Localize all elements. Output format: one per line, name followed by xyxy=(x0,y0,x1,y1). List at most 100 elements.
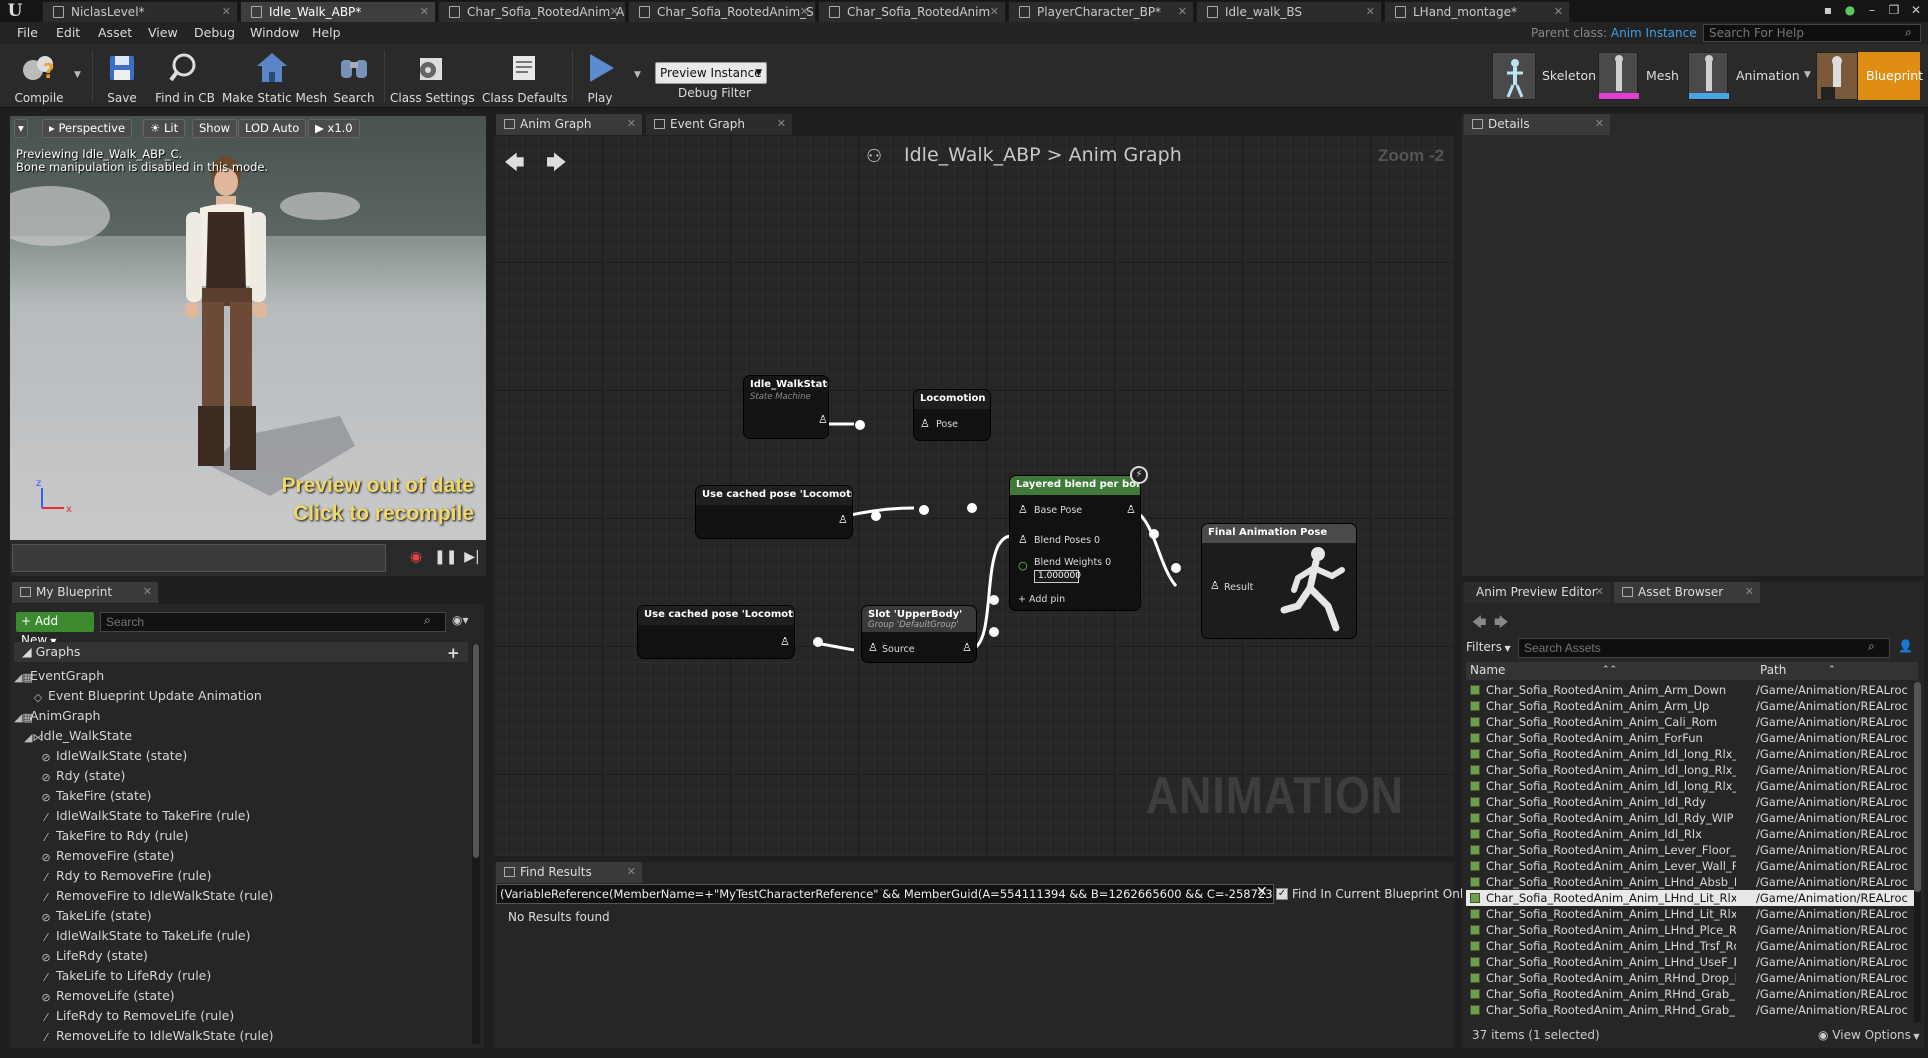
step-forward-icon[interactable]: ▶| xyxy=(462,549,482,569)
tree-rule[interactable]: ⁄ Rdy to RemoveFire (rule) xyxy=(40,868,211,884)
asset-row[interactable]: Char_Sofia_RootedAnim_Anim_LHnd_Lit_Rlx_… xyxy=(1466,906,1914,922)
asset-row[interactable]: Char_Sofia_RootedAnim_Anim_Idl_Rlx/Game/… xyxy=(1466,826,1914,842)
forward-arrow-icon[interactable]: 🡆 xyxy=(1494,612,1508,636)
menu-file[interactable]: File xyxy=(17,25,38,40)
menu-edit[interactable]: Edit xyxy=(56,25,80,40)
pose-output-pin-icon[interactable]: ♙ xyxy=(780,636,790,648)
tab-char-sofia-s[interactable]: Char_Sofia_RootedAnim_S ✕ xyxy=(628,1,816,22)
make-static-mesh-button[interactable]: Make Static Mesh xyxy=(222,44,327,108)
find-results-search-input[interactable]: (VariableReference(MemberName=+"MyTestCh… xyxy=(496,884,1274,904)
tree-rule[interactable]: ⁄ RemoveLife to IdleWalkState (rule) xyxy=(40,1028,273,1044)
tree-state[interactable]: ⊘ RemoveFire (state) xyxy=(40,848,174,864)
menu-view[interactable]: View xyxy=(148,25,178,40)
close-icon[interactable]: ✕ xyxy=(990,2,999,22)
asset-row[interactable]: Char_Sofia_RootedAnim_Anim_Idl_Rdy_WIP/G… xyxy=(1466,810,1914,826)
asset-row[interactable]: Char_Sofia_RootedAnim_Anim_RHnd_Drop_Rdy… xyxy=(1466,970,1914,986)
tree-rule[interactable]: ⁄ LifeRdy to RemoveLife (rule) xyxy=(40,1008,234,1024)
tree-idle-walkstate[interactable]: ◢⋈Idle_WalkState xyxy=(24,728,132,744)
find-in-current-blueprint-checkbox[interactable]: ✓ xyxy=(1276,888,1288,900)
search-icon[interactable]: ⌕ xyxy=(424,613,431,628)
asset-row[interactable]: Char_Sofia_RootedAnim_Anim_RHnd_Grab_Rlx… xyxy=(1466,1002,1914,1018)
find-in-cb-button[interactable]: Find in CB xyxy=(150,44,220,108)
search-button[interactable]: Search xyxy=(330,44,378,108)
tree-state[interactable]: ⊘ IdleWalkState (state) xyxy=(40,748,187,764)
node-state-machine[interactable]: Idle_WalkState State Machine ♙ xyxy=(744,376,828,438)
asset-row[interactable]: Char_Sofia_RootedAnim_Anim_Idl_long_Rlx_… xyxy=(1466,762,1914,778)
tree-state[interactable]: ⊘ TakeLife (state) xyxy=(40,908,151,924)
click-to-recompile-link[interactable]: Click to recompile xyxy=(293,502,474,526)
tree-state[interactable]: ⊘ LifeRdy (state) xyxy=(40,948,148,964)
close-icon[interactable]: ✕ xyxy=(1745,582,1754,602)
anim-graph-canvas[interactable]: 🡄 🡆 ⚇ Idle_Walk_ABP > Anim Graph Zoom -2… xyxy=(494,136,1454,856)
tab-idle-walk-bs[interactable]: Idle_walk_BS ✕ xyxy=(1196,1,1382,22)
timeline-scrubber[interactable] xyxy=(12,544,386,572)
asset-row[interactable]: Char_Sofia_RootedAnim_Anim_Arm_Up/Game/A… xyxy=(1466,698,1914,714)
asset-row[interactable]: Char_Sofia_RootedAnim_Anim_Lever_Wall_Rl… xyxy=(1466,858,1914,874)
skeleton-mode-button[interactable]: Skeleton xyxy=(1492,52,1596,100)
clear-search-icon[interactable]: ✕ xyxy=(1256,884,1268,900)
perspective-button[interactable]: ▸ Perspective xyxy=(42,119,133,138)
pose-output-pin-icon[interactable]: ♙ xyxy=(962,642,972,654)
close-icon[interactable]: ✕ xyxy=(800,2,809,22)
tree-state[interactable]: ⊘ TakeFire (state) xyxy=(40,788,151,804)
compile-button[interactable]: ? Compile xyxy=(10,44,68,108)
tab-idle-walk-abp[interactable]: Idle_Walk_ABP* ✕ xyxy=(240,1,436,22)
asset-row[interactable]: Char_Sofia_RootedAnim_Anim_LHnd_Absb_Rlx… xyxy=(1466,874,1914,890)
tab-event-graph[interactable]: Event Graph ✕ xyxy=(646,114,792,135)
tree-rule[interactable]: ⁄ IdleWalkState to TakeFire (rule) xyxy=(40,808,250,824)
class-settings-button[interactable]: Class Settings xyxy=(390,44,475,108)
restore-icon[interactable]: ❐ xyxy=(1884,2,1904,18)
scrollbar-thumb[interactable] xyxy=(473,644,479,858)
mesh-mode-button[interactable]: Mesh xyxy=(1598,52,1686,100)
blend-weight-value-input[interactable]: 1.000000 xyxy=(1034,570,1081,583)
tab-playercharacter-bp[interactable]: PlayerCharacter_BP* ✕ xyxy=(1008,1,1194,22)
close-icon[interactable]: ✕ xyxy=(627,114,636,134)
asset-row[interactable]: Char_Sofia_RootedAnim_Anim_Idl_long_Rlx_… xyxy=(1466,778,1914,794)
asset-row[interactable]: Char_Sofia_RootedAnim_Anim_Lever_Floor_R… xyxy=(1466,842,1914,858)
pose-output-pin-icon[interactable]: ♙ xyxy=(1126,504,1136,516)
search-icon[interactable]: ⌕ xyxy=(1905,25,1919,39)
pause-icon[interactable]: ❚❚ xyxy=(434,549,457,569)
pose-input-pin-icon[interactable]: ♙ xyxy=(1210,580,1220,592)
tab-char-sofia-a[interactable]: Char_Sofia_RootedAnim_A ✕ xyxy=(438,1,626,22)
save-button[interactable]: Save xyxy=(98,44,146,108)
preview-instance-dropdown[interactable]: Preview Instance ▼ xyxy=(655,62,767,84)
close-icon[interactable]: ✕ xyxy=(610,2,619,22)
column-name-header[interactable]: Name xyxy=(1470,662,1505,679)
tab-anim-graph[interactable]: Anim Graph ✕ xyxy=(496,114,642,135)
search-icon[interactable]: ⌕ xyxy=(1868,639,1875,654)
node-cached-pose[interactable]: Use cached pose 'Locomotion' ♙ xyxy=(638,606,794,658)
tab-anim-preview-editor[interactable]: Anim Preview Editor ✕ xyxy=(1464,582,1610,603)
tab-details[interactable]: Details ✕ xyxy=(1464,114,1610,135)
play-options-chevron-icon[interactable]: ▼ xyxy=(634,70,641,80)
tree-rule[interactable]: ⁄ TakeLife to LifeRdy (rule) xyxy=(40,968,211,984)
asset-row[interactable]: Char_Sofia_RootedAnim_Anim_Idl_Rdy/Game/… xyxy=(1466,794,1914,810)
node-layered-blend-per-bone[interactable]: Layered blend per bone ♙ Base Pose ♙ ♙ B… xyxy=(1010,476,1140,610)
pose-output-pin-icon[interactable]: ♙ xyxy=(818,414,828,426)
close-icon[interactable]: ✕ xyxy=(1595,582,1604,602)
user-filter-icon[interactable]: 👤 xyxy=(1898,639,1913,653)
view-options-eye-icon[interactable]: ◉▾ xyxy=(452,613,469,627)
minimize-icon[interactable]: – xyxy=(1862,2,1882,18)
node-locomotion[interactable]: Locomotion ♙ Pose xyxy=(914,390,990,440)
play-button[interactable]: Play xyxy=(578,44,622,108)
node-cached-pose[interactable]: Use cached pose 'Locomotion' ♙ xyxy=(696,486,852,538)
close-icon[interactable]: ✕ xyxy=(627,862,636,882)
close-icon[interactable]: ✕ xyxy=(1178,2,1187,22)
back-arrow-icon[interactable]: 🡄 xyxy=(1472,612,1486,636)
lod-button[interactable]: LOD Auto xyxy=(238,119,307,138)
class-defaults-button[interactable]: Class Defaults xyxy=(482,44,567,108)
my-blueprint-scrollbar[interactable] xyxy=(472,644,480,1044)
graphs-section-header[interactable]: ◢ Graphs xyxy=(14,642,468,662)
pose-input-pin-icon[interactable]: ♙ xyxy=(1018,504,1028,516)
filters-dropdown[interactable]: Filters ▼ xyxy=(1466,640,1511,654)
my-blueprint-search-input[interactable] xyxy=(100,612,446,632)
show-button[interactable]: Show xyxy=(192,119,238,138)
asset-row[interactable]: Char_Sofia_RootedAnim_Anim_LHnd_Plce_Rdy… xyxy=(1466,922,1914,938)
close-icon[interactable]: ✕ xyxy=(777,114,786,134)
tree-eventgraph[interactable]: ◢▦EventGraph xyxy=(14,668,104,684)
tab-asset-browser[interactable]: Asset Browser ✕ xyxy=(1614,582,1760,603)
blueprint-mode-button[interactable]: Blueprint xyxy=(1816,52,1923,100)
asset-row[interactable]: Char_Sofia_RootedAnim_Anim_LHnd_UseF_Rlx… xyxy=(1466,954,1914,970)
asset-row[interactable]: Char_Sofia_RootedAnim_Anim_Cali_Rom/Game… xyxy=(1466,714,1914,730)
